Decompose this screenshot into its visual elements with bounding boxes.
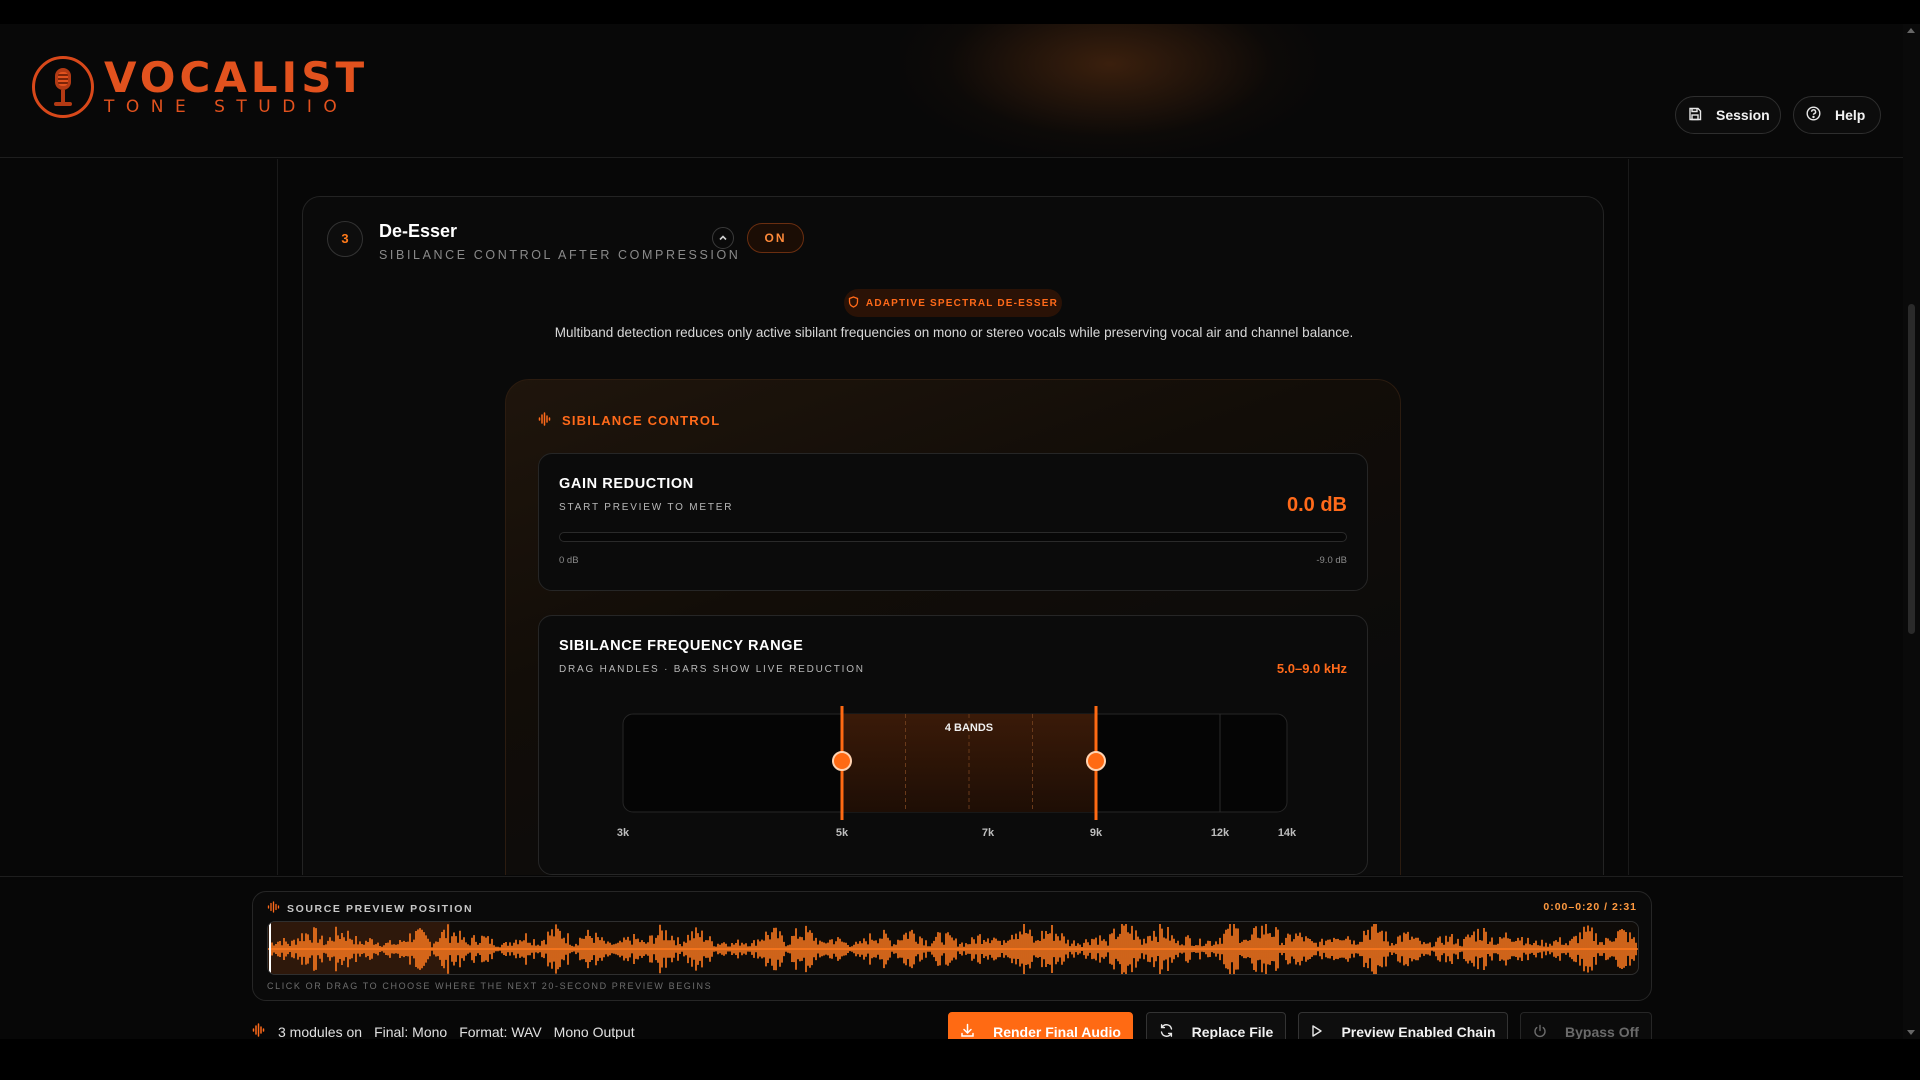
de-esser-module: 3 De-Esser SIBILANCE CONTROL AFTER COMPR… <box>302 196 1604 875</box>
preview-time-range: 0:00–0:20 / 2:31 <box>1543 901 1637 913</box>
module-toggle[interactable]: ON <box>747 223 804 253</box>
preview-enabled-chain-button[interactable]: Preview Enabled Chain <box>1298 1012 1508 1039</box>
shield-icon <box>848 295 859 311</box>
scrollbar-thumb[interactable] <box>1908 304 1915 634</box>
scroll-down-icon[interactable] <box>1907 1030 1915 1035</box>
source-preview-panel: SOURCE PREVIEW POSITION 0:00–0:20 / 2:31… <box>252 891 1652 1001</box>
frequency-range-title: SIBILANCE FREQUENCY RANGE <box>559 638 804 654</box>
save-icon <box>1688 107 1702 124</box>
help-button[interactable]: Help <box>1793 96 1881 134</box>
status-final: Final: Mono <box>374 1023 448 1040</box>
waveform-label: SOURCE PREVIEW POSITION <box>287 902 474 915</box>
content-rail-left <box>277 159 278 875</box>
help-label: Help <box>1835 107 1866 123</box>
sibilance-control-card: SIBILANCE CONTROL GAIN REDUCTION START P… <box>505 379 1401 875</box>
sibilance-card-header: SIBILANCE CONTROL <box>538 412 720 429</box>
app-header: VOCALIST TONE STUDIO Session Help <box>0 24 1903 158</box>
gain-reduction-subtitle: START PREVIEW TO METER <box>559 502 734 513</box>
module-subtitle: SIBILANCE CONTROL AFTER COMPRESSION <box>379 248 741 262</box>
waveform-icon <box>267 901 280 916</box>
waveform-header: SOURCE PREVIEW POSITION <box>267 901 473 916</box>
gain-reduction-value: 0.0 dB <box>1286 494 1347 516</box>
frequency-tick-label: 14k <box>1278 827 1297 839</box>
status-bar: 3 modules on Final: Mono Format: WAV Mon… <box>252 1023 647 1039</box>
logo-subtitle: TONE STUDIO <box>104 97 349 117</box>
power-icon <box>1533 1024 1547 1040</box>
content-rail-right <box>1628 159 1629 875</box>
waveform-icon <box>252 1023 266 1039</box>
window-bottom-strip <box>0 1039 1920 1080</box>
frequency-tick-label: 7k <box>982 827 995 839</box>
meter-max-label: -9.0 dB <box>1316 555 1347 566</box>
module-number: 3 <box>327 221 363 257</box>
frequency-range-editor[interactable]: 4 BANDS 3k 5k 7k 9k 12k 14k <box>559 696 1349 866</box>
logo-text: VOCALIST TONE STUDIO <box>104 53 369 118</box>
replace-file-button[interactable]: Replace File <box>1146 1012 1286 1039</box>
app-root: VOCALIST TONE STUDIO Session Help 3 De-E… <box>0 24 1903 1039</box>
page-scrollbar[interactable] <box>1903 24 1920 1039</box>
frequency-tick-label: 3k <box>617 827 630 839</box>
refresh-icon <box>1159 1023 1174 1039</box>
bypass-button[interactable]: Bypass Off <box>1520 1012 1652 1039</box>
sibilance-card-title: SIBILANCE CONTROL <box>562 413 721 428</box>
render-label: Render Final Audio <box>993 1024 1121 1039</box>
bypass-label: Bypass Off <box>1565 1024 1639 1039</box>
mode-badge: ADAPTIVE SPECTRAL DE-ESSER <box>844 289 1062 317</box>
microphone-icon <box>32 56 94 118</box>
window-top-strip <box>0 0 1920 24</box>
gain-reduction-meter <box>559 532 1347 542</box>
frequency-tick-label: 9k <box>1090 827 1103 839</box>
scroll-up-icon[interactable] <box>1907 28 1915 33</box>
download-icon <box>960 1023 975 1039</box>
waveform-icon <box>538 412 552 429</box>
header-glow <box>900 24 1320 158</box>
bands-label: 4 BANDS <box>945 722 993 734</box>
transport-dock: SOURCE PREVIEW POSITION 0:00–0:20 / 2:31… <box>0 876 1903 1039</box>
source-waveform[interactable] <box>267 921 1639 975</box>
meter-min-label: 0 dB <box>559 555 579 566</box>
collapse-button[interactable] <box>712 227 734 249</box>
frequency-range-value: 5.0–9.0 kHz <box>1276 661 1347 676</box>
frequency-range-panel: SIBILANCE FREQUENCY RANGE DRAG HANDLES ·… <box>538 615 1368 875</box>
session-label: Session <box>1716 107 1770 123</box>
waveform-hint: CLICK OR DRAG TO CHOOSE WHERE THE NEXT 2… <box>267 981 713 991</box>
frequency-range-subtitle: DRAG HANDLES · BARS SHOW LIVE REDUCTION <box>559 664 865 675</box>
gain-reduction-panel: GAIN REDUCTION START PREVIEW TO METER 0.… <box>538 453 1368 591</box>
frequency-tick-label: 5k <box>836 827 849 839</box>
play-icon <box>1310 1024 1323 1040</box>
status-format: Format: WAV <box>459 1023 542 1040</box>
logo-title: VOCALIST <box>104 53 369 102</box>
frequency-tick-label: 12k <box>1211 827 1230 839</box>
status-output: Mono Output <box>553 1023 635 1040</box>
main-content[interactable]: 3 De-Esser SIBILANCE CONTROL AFTER COMPR… <box>0 159 1903 875</box>
chevron-up-icon <box>719 235 727 241</box>
gain-reduction-title: GAIN REDUCTION <box>559 476 694 492</box>
render-final-audio-button[interactable]: Render Final Audio <box>948 1012 1133 1039</box>
badge-label: ADAPTIVE SPECTRAL DE-ESSER <box>865 297 1059 309</box>
session-button[interactable]: Session <box>1675 96 1781 134</box>
replace-label: Replace File <box>1191 1024 1274 1039</box>
app-logo[interactable]: VOCALIST TONE STUDIO <box>32 56 368 118</box>
help-circle-icon <box>1806 106 1821 124</box>
status-modules: 3 modules on <box>278 1023 363 1040</box>
module-title: De-Esser <box>379 221 458 241</box>
module-description: Multiband detection reduces only active … <box>554 325 1354 340</box>
preview-label: Preview Enabled Chain <box>1341 1024 1496 1039</box>
